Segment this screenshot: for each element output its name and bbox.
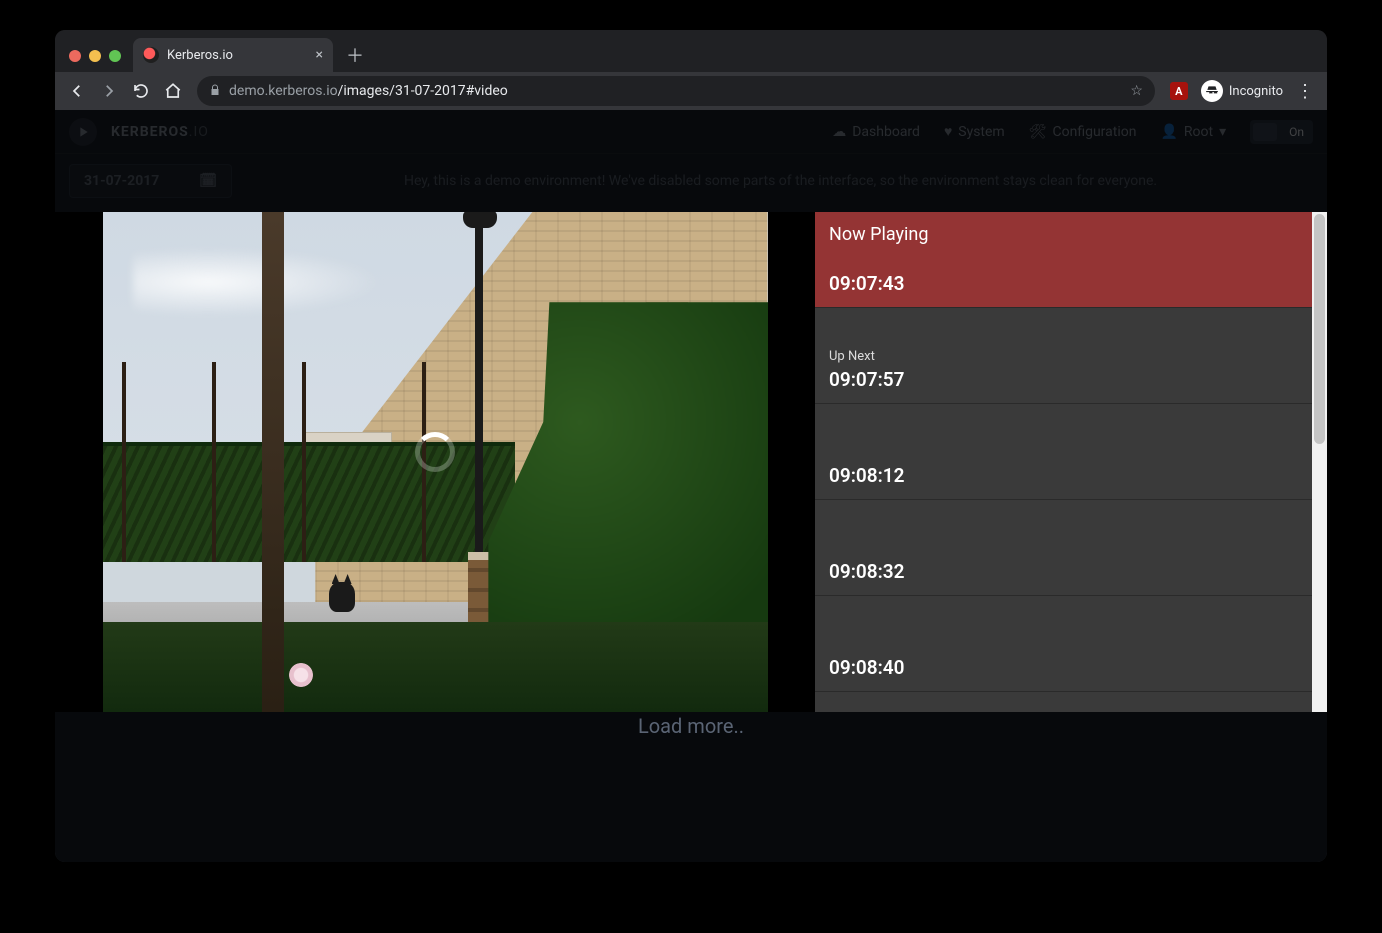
browser-window: Kerberos.io × ＋ demo.kerberos.io/images/…	[55, 30, 1327, 862]
load-more-label: Load more..	[638, 714, 744, 738]
playlist-panel: Now Playing 09:07:43 Up Next 09:07:57 09…	[815, 212, 1327, 712]
scene-fence-posts	[122, 362, 126, 562]
home-button[interactable]	[159, 77, 187, 105]
tab-title: Kerberos.io	[167, 48, 308, 63]
playlist-scrollbar[interactable]	[1312, 212, 1327, 712]
scene-lamp-head	[463, 212, 497, 228]
window-maximize-button[interactable]	[109, 50, 121, 62]
browser-tab[interactable]: Kerberos.io ×	[133, 38, 333, 72]
scrollbar-thumb[interactable]	[1314, 214, 1325, 444]
tab-close-button[interactable]: ×	[316, 47, 323, 63]
loading-spinner-icon	[415, 432, 455, 472]
playlist-item[interactable]: 09:08:32	[815, 500, 1312, 596]
incognito-icon	[1201, 80, 1223, 102]
playlist-time: 09:07:43	[829, 272, 1298, 295]
video-stage	[55, 212, 815, 712]
incognito-indicator: Incognito	[1197, 80, 1287, 102]
tab-strip: Kerberos.io × ＋	[55, 30, 1327, 72]
scene-foreground-plants	[103, 622, 768, 712]
page-viewport: KERBEROS.IO ☁ Dashboard ♥ System 🛠 Confi…	[55, 110, 1327, 862]
window-minimize-button[interactable]	[89, 50, 101, 62]
playlist-item[interactable]: 09:08:40	[815, 596, 1312, 692]
browser-menu-button[interactable]: ⋮	[1291, 81, 1319, 102]
scene-foreground-beam	[262, 212, 284, 712]
playlist-item-up-next[interactable]: Up Next 09:07:57	[815, 308, 1312, 404]
reload-button[interactable]	[127, 77, 155, 105]
address-bar[interactable]: demo.kerberos.io/images/31-07-2017#video…	[197, 76, 1155, 106]
back-button[interactable]	[63, 77, 91, 105]
tab-favicon-icon	[143, 47, 159, 63]
window-controls	[65, 50, 125, 72]
scene-flower	[289, 663, 313, 687]
window-close-button[interactable]	[69, 50, 81, 62]
new-tab-button[interactable]: ＋	[341, 41, 369, 69]
playlist-item[interactable]: 09:08:12	[815, 404, 1312, 500]
scene-lamp-post	[475, 212, 483, 602]
video-overlay: ✕	[55, 212, 1327, 712]
video-frame[interactable]	[103, 212, 768, 712]
scene-cloud	[133, 247, 383, 317]
playlist-time: 09:08:12	[829, 464, 1298, 487]
playlist-time: 09:08:32	[829, 560, 1298, 583]
playlist-time: 09:08:40	[829, 656, 1298, 679]
extension-angular-icon[interactable]: A	[1165, 77, 1193, 105]
now-playing-label: Now Playing	[829, 224, 1298, 245]
load-more[interactable]: Load more..	[55, 712, 1327, 832]
address-bar-url: demo.kerberos.io/images/31-07-2017#video	[229, 83, 1122, 99]
up-next-label: Up Next	[829, 349, 1298, 364]
lock-icon	[209, 83, 221, 100]
incognito-label: Incognito	[1229, 84, 1283, 99]
playlist-item-now-playing[interactable]: Now Playing 09:07:43	[815, 212, 1312, 308]
playlist-time: 09:07:57	[829, 368, 1298, 391]
bookmark-star-icon[interactable]: ☆	[1130, 83, 1143, 99]
forward-button[interactable]	[95, 77, 123, 105]
scene-cat	[329, 582, 355, 612]
playlist[interactable]: Now Playing 09:07:43 Up Next 09:07:57 09…	[815, 212, 1312, 712]
browser-toolbar: demo.kerberos.io/images/31-07-2017#video…	[55, 72, 1327, 110]
